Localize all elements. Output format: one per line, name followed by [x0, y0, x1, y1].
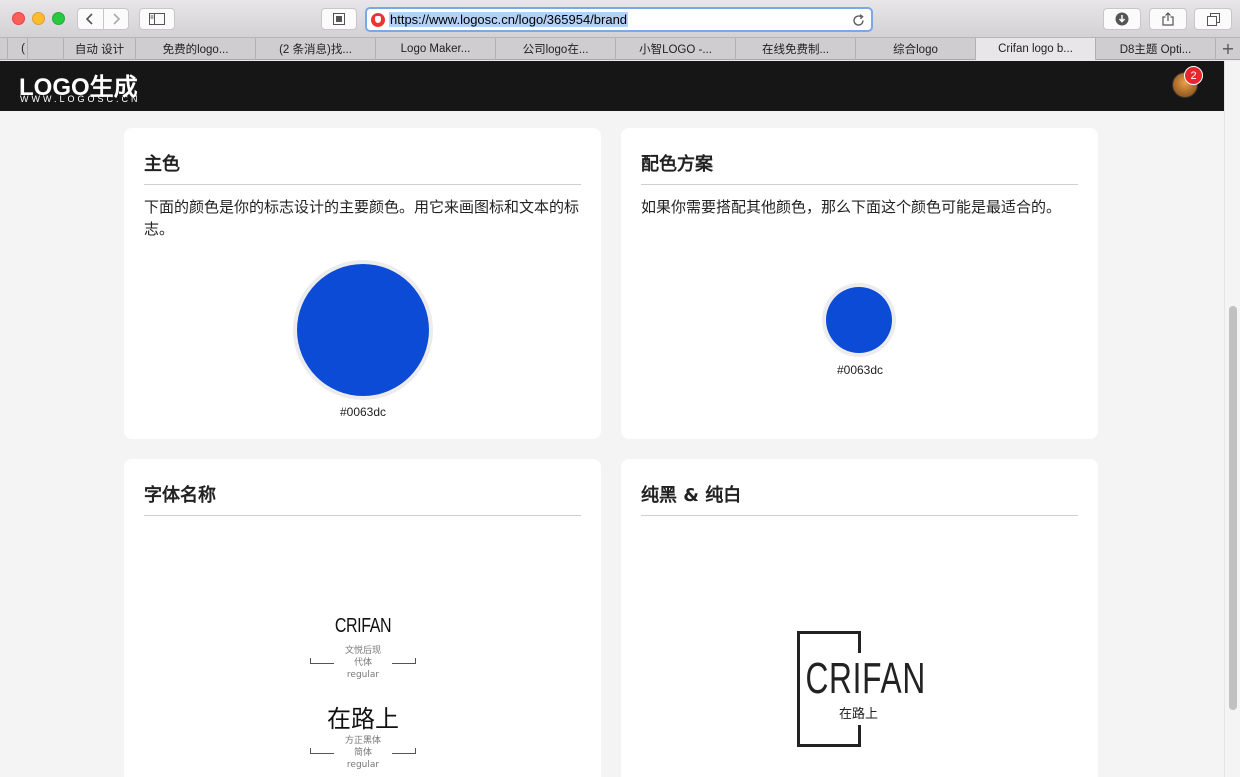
card-title: 配色方案	[641, 154, 713, 175]
font-name-line: 方正黑体	[344, 736, 381, 746]
url-text: https://www.logosc.cn/logo/365954/brand	[389, 12, 629, 27]
card-description: 下面的颜色是你的标志设计的主要颜色。用它来画图标和文本的标志。	[144, 198, 580, 238]
tab-item[interactable]: 免费的logo...	[136, 38, 256, 60]
color-scheme-card: 配色方案 如果你需要搭配其他颜色，那么下面这个颜色可能是最适合的。 #0063d…	[621, 128, 1098, 439]
swatch-label: #0063dc	[836, 363, 884, 377]
bracket-right	[392, 658, 416, 664]
address-bar[interactable]: https://www.logosc.cn/logo/365954/brand	[365, 7, 873, 32]
forward-button[interactable]	[102, 9, 129, 29]
font-style: regular	[346, 670, 380, 680]
tab-item[interactable]: 自动 设计	[64, 38, 136, 60]
reader-button[interactable]	[321, 8, 357, 30]
tab-item[interactable]: 在线免费制...	[736, 38, 856, 60]
divider	[144, 184, 581, 185]
bracket-right	[392, 748, 416, 754]
nav-buttons	[77, 8, 129, 30]
bracket-left	[310, 658, 334, 664]
reader-icon	[333, 13, 345, 25]
minimize-window-button[interactable]	[32, 12, 45, 25]
tab-item[interactable]: 综合logo	[856, 38, 976, 60]
bracket-left	[310, 748, 334, 754]
site-logo-subtitle: WWW.LOGOSC.CN	[20, 94, 141, 104]
tab-item[interactable]: D8主题 Opti...	[1096, 38, 1216, 60]
font-sample-latin: CRIFAN	[334, 615, 392, 637]
zoom-window-button[interactable]	[52, 12, 65, 25]
tab-item[interactable]	[0, 38, 8, 60]
sidebar-toggle-button[interactable]	[139, 8, 175, 30]
bw-logo-text-latin: CRIFAN	[804, 654, 928, 704]
font-name-line: 文悦后现	[344, 646, 381, 656]
primary-color-card: 主色 下面的颜色是你的标志设计的主要颜色。用它来画图标和文本的标志。 #0063…	[124, 128, 601, 439]
card-title: 纯黑 & 纯白	[641, 485, 742, 506]
chevron-right-icon	[113, 13, 120, 25]
tab-item[interactable]: (	[28, 38, 64, 60]
divider	[641, 184, 1078, 185]
chevron-left-icon	[86, 13, 93, 25]
tab-item[interactable]: (	[8, 38, 28, 60]
primary-color-swatch	[297, 264, 429, 396]
sidebar-icon	[149, 13, 165, 25]
site-favicon-icon	[371, 12, 385, 27]
card-title: 字体名称	[144, 485, 216, 506]
font-sample-chinese: 在路上	[327, 705, 399, 733]
browser-toolbar: https://www.logosc.cn/logo/365954/brand	[0, 0, 1240, 38]
card-title: 主色	[144, 154, 180, 175]
site-header: LOGO生成 WWW.LOGOSC.CN 2	[0, 61, 1224, 111]
back-button[interactable]	[78, 9, 103, 29]
scheme-color-swatch	[826, 287, 892, 353]
tab-item[interactable]: 公司logo在...	[496, 38, 616, 60]
tabs-icon	[1206, 12, 1220, 26]
tab-item[interactable]: (2 条消息)找...	[256, 38, 376, 60]
font-card: 字体名称 CRIFAN 文悦后现 代体 regular 在路上 方正黑体 简体 …	[124, 459, 601, 777]
tab-item-active[interactable]: Crifan logo b...	[976, 38, 1096, 60]
reload-icon[interactable]	[852, 14, 865, 27]
card-description: 如果你需要搭配其他颜色，那么下面这个颜色可能是最适合的。	[641, 198, 1062, 216]
page-scrollbar[interactable]	[1224, 61, 1240, 777]
tab-bar: ( ( 自动 设计 免费的logo... (2 条消息)找... Logo Ma…	[0, 38, 1240, 60]
share-button[interactable]	[1149, 8, 1187, 30]
notification-badge[interactable]: 2	[1184, 66, 1203, 85]
tab-item[interactable]: 小智LOGO -...	[616, 38, 736, 60]
downloads-button[interactable]	[1103, 8, 1141, 30]
tab-item[interactable]: Logo Maker...	[376, 38, 496, 60]
divider	[144, 515, 581, 516]
new-tab-button[interactable]: +	[1216, 38, 1240, 59]
divider	[641, 515, 1078, 516]
swatch-label: #0063dc	[339, 405, 387, 419]
font-style: regular	[346, 760, 380, 770]
scrollbar-thumb[interactable]	[1229, 306, 1237, 710]
close-window-button[interactable]	[12, 12, 25, 25]
share-icon	[1162, 12, 1174, 26]
tab-overview-button[interactable]	[1194, 8, 1232, 30]
download-icon	[1115, 12, 1129, 26]
bw-logo-text-chinese: 在路上	[839, 707, 879, 722]
